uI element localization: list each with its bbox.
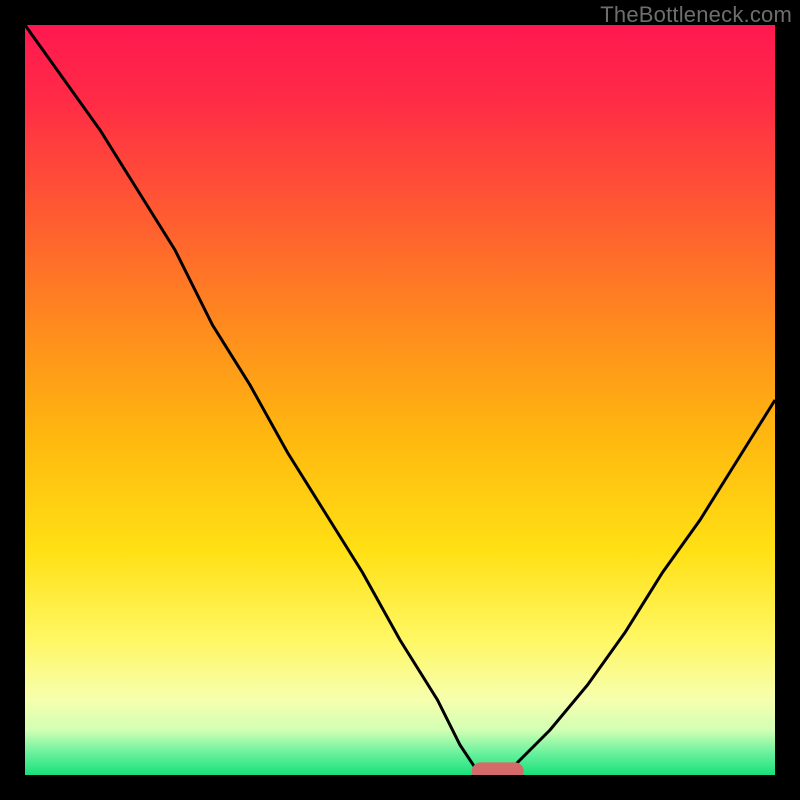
watermark-text: TheBottleneck.com [600,2,792,28]
optimal-point-marker [471,763,524,775]
bottleneck-curve [25,25,775,775]
chart-outer-frame: TheBottleneck.com [0,0,800,800]
plot-area [25,25,775,775]
